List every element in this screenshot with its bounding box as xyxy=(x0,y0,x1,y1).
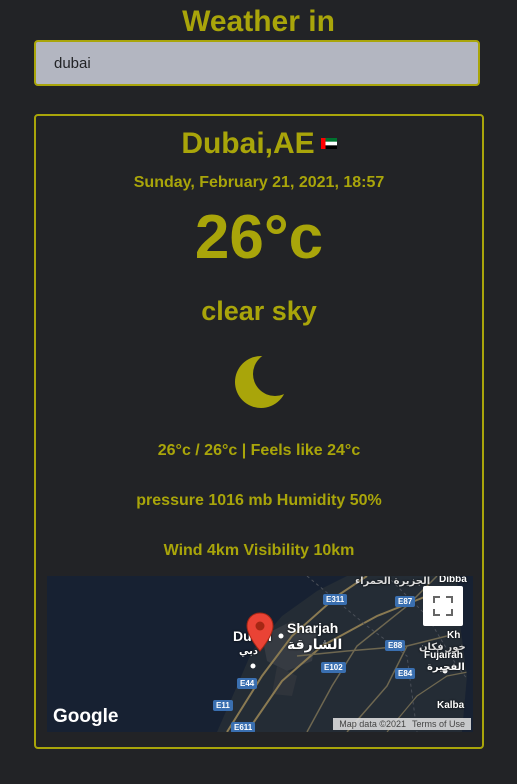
map-attribution: Map data ©2021 Terms of Use xyxy=(333,718,471,730)
uae-flag-icon xyxy=(320,137,337,149)
google-logo[interactable]: Google xyxy=(53,706,118,728)
location-map[interactable]: الجزيرة الحمراء Dibba Kh خور فكان Dubai … xyxy=(47,576,473,732)
map-label-top-ar: الجزيرة الحمراء xyxy=(355,576,431,587)
city-name: Dubai,AE xyxy=(181,127,315,160)
map-pin-icon[interactable] xyxy=(246,612,274,652)
road-shield: E311 xyxy=(323,594,348,605)
map-label-sharjah-ar: الشارقة xyxy=(287,636,343,652)
fullscreen-button[interactable] xyxy=(423,586,463,626)
weather-card: Dubai,AE Sunday, February 21, 2021, 18:5… xyxy=(34,114,484,749)
terms-of-use-link[interactable]: Terms of Use xyxy=(412,719,465,729)
map-label-fujairah-ar: الفجيرة xyxy=(427,662,465,673)
wind-visibility: Wind 4km Visibility 10km xyxy=(163,542,355,559)
date-time: Sunday, February 21, 2021, 18:57 xyxy=(133,174,385,191)
pressure-humidity: pressure 1016 mb Humidity 50% xyxy=(136,492,382,509)
road-shield: E611 xyxy=(231,722,256,732)
map-label-khor-fakkan: Kh xyxy=(447,630,461,641)
weather-page: Weather in Dubai,AE Sunday, February 21,… xyxy=(0,0,517,784)
fullscreen-icon xyxy=(433,596,453,616)
moon-crescent-icon xyxy=(235,356,287,408)
city-heading: Dubai,AE xyxy=(36,126,482,162)
map-label-fujairah: Fujairah xyxy=(424,650,463,661)
map-label-sharjah: Sharjah xyxy=(287,620,339,636)
map-label-dibba: Dibba xyxy=(439,576,467,585)
road-shield: E88 xyxy=(385,640,406,651)
temperature: 26°c xyxy=(194,203,324,272)
city-search-input[interactable] xyxy=(34,40,480,86)
road-shield: E87 xyxy=(395,596,416,607)
map-label-kalba: Kalba xyxy=(437,700,465,711)
min-max-feels-like: 26°c / 26°c | Feels like 24°c xyxy=(157,442,361,459)
page-title: Weather in xyxy=(182,5,335,38)
road-shield: E102 xyxy=(321,662,346,673)
map-data-text[interactable]: Map data ©2021 xyxy=(339,719,406,729)
weather-description: clear sky xyxy=(201,296,317,326)
road-shield: E84 xyxy=(395,668,416,679)
road-shield: E11 xyxy=(213,700,233,711)
road-shield: E44 xyxy=(237,678,258,689)
